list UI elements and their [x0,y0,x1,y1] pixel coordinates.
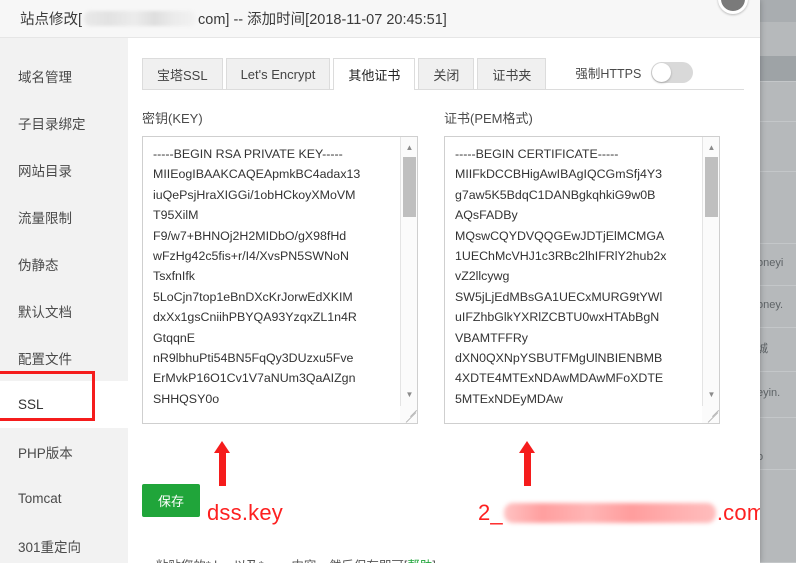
background-row [756,172,796,244]
tab-label: 关闭 [433,67,460,83]
key-textarea[interactable]: -----BEGIN RSA PRIVATE KEY----- MIIEogIB… [142,136,418,424]
scroll-down-icon[interactable]: ▼ [401,386,418,403]
sidebar-item-ssl[interactable]: SSL [0,381,128,428]
tab-lets-encrypt[interactable]: Let's Encrypt [225,58,331,89]
tab-bar: 宝塔SSL Let's Encrypt 其他证书 关闭 证书夹 强制HTTPS [142,52,744,90]
redacted-crt-domain [503,503,716,523]
key-arrow-annotation [214,441,231,487]
crt-prefix: 2_ [478,500,503,525]
tab-close-ssl[interactable]: 关闭 [418,58,475,89]
force-https-toggle[interactable] [651,62,694,83]
resize-grip-icon[interactable] [702,406,719,423]
sidebar-item-default-doc[interactable]: 默认文档 [0,287,128,334]
note-item: • 粘贴您的*.key以及*.pem内容，然后保存即可[帮助]。 [142,555,742,563]
background-row: eyin. [756,372,796,418]
sidebar-item-redirect[interactable]: 301重定向 [0,522,128,563]
modal-body: 域名管理 子目录绑定 网站目录 流量限制 伪静态 默认文档 配置文件 SSL P… [0,38,760,563]
sidebar: 域名管理 子目录绑定 网站目录 流量限制 伪静态 默认文档 配置文件 SSL P… [0,38,128,563]
sidebar-item-label: 默认文档 [18,304,72,320]
background-row: oneyi [756,244,796,286]
background-row-text: oney. [757,299,784,311]
sidebar-item-php[interactable]: PHP版本 [0,428,128,475]
scroll-up-icon[interactable]: ▲ [703,139,720,156]
sidebar-item-label: 子目录绑定 [18,116,86,132]
cert-textarea[interactable]: -----BEGIN CERTIFICATE----- MIIFkDCCBHig… [444,136,720,424]
cert-fields: 密钥(KEY) -----BEGIN RSA PRIVATE KEY----- … [142,108,744,424]
sidebar-item-domain[interactable]: 域名管理 [0,52,128,99]
sidebar-item-webdir[interactable]: 网站目录 [0,146,128,193]
background-topbar [756,0,796,22]
sidebar-item-subdir[interactable]: 子目录绑定 [0,99,128,146]
background-row-text: oneyi [757,257,784,269]
save-button[interactable]: 保存 [142,484,201,517]
page-title: 站点修改[ com] -- 添加时间[2018-11-07 20:45:51] [20,8,447,29]
tab-cert-folder[interactable]: 证书夹 [477,58,547,89]
bullet-icon: • [142,555,147,563]
cert-field-group: 证书(PEM格式) -----BEGIN CERTIFICATE----- MI… [444,108,720,424]
tab-label: 其他证书 [348,67,401,83]
site-edit-modal: 站点修改[ com] -- 添加时间[2018-11-07 20:45:51] … [0,0,760,563]
sidebar-item-config[interactable]: 配置文件 [0,334,128,381]
cert-textarea-value: -----BEGIN CERTIFICATE----- MIIFkDCCBHig… [455,147,667,406]
key-scrollbar[interactable]: ▲ ▼ [400,137,417,423]
note-text: 粘贴您的*.key以及*.pem内容，然后保存即可[帮助]。 [156,555,448,563]
background-row-text: eyin. [757,387,781,399]
sidebar-item-label: Tomcat [18,491,62,506]
sidebar-item-label: 301重定向 [18,539,82,555]
scroll-down-icon[interactable]: ▼ [703,386,720,403]
sidebar-item-label: PHP版本 [18,445,73,461]
toggle-knob [652,63,672,82]
background-row [756,82,796,122]
background-page: oneyi oney. 城 eyin. o [756,0,796,563]
scrollbar-thumb[interactable] [403,157,416,217]
sidebar-item-traffic[interactable]: 流量限制 [0,193,128,240]
tab-label: Let's Encrypt [240,66,316,82]
tab-label: 证书夹 [492,67,532,83]
background-row: o [756,418,796,470]
resize-grip-icon[interactable] [400,406,417,423]
tab-label: 宝塔SSL [157,67,208,83]
key-field-label: 密钥(KEY) [142,111,203,126]
crt-suffix: .com.crt [716,500,760,525]
key-field-group: 密钥(KEY) -----BEGIN RSA PRIVATE KEY----- … [142,108,418,424]
background-row: 城 [756,328,796,372]
sidebar-item-tomcat[interactable]: Tomcat [0,475,128,522]
ssl-panel: 宝塔SSL Let's Encrypt 其他证书 关闭 证书夹 强制HTTPS … [128,38,760,563]
sidebar-item-label: SSL [18,397,44,412]
modal-title-bar: 站点修改[ com] -- 添加时间[2018-11-07 20:45:51] [0,0,760,38]
cert-arrow-annotation [519,441,536,487]
background-row [756,122,796,172]
redacted-domain [84,11,197,26]
scrollbar-thumb[interactable] [705,157,718,217]
key-filename-annotation: dss.key [207,500,283,525]
sidebar-item-label: 配置文件 [18,351,72,367]
sidebar-item-label: 伪静态 [18,257,59,273]
tab-other-cert[interactable]: 其他证书 [333,58,416,90]
title-suffix: com] -- 添加时间[2018-11-07 20:45:51] [198,12,447,28]
screenshot-root: oneyi oney. 城 eyin. o 站点修改[ com] -- 添加时间… [0,0,796,563]
cert-field-label: 证书(PEM格式) [444,111,533,126]
sidebar-item-label: 网站目录 [18,163,72,179]
sidebar-item-label: 域名管理 [18,69,72,85]
sidebar-item-rewrite[interactable]: 伪静态 [0,240,128,287]
force-https-control: 强制HTTPS [575,62,694,83]
help-link[interactable]: 帮助 [407,559,432,563]
title-prefix: 站点修改[ [20,12,83,28]
key-textarea-value: -----BEGIN RSA PRIVATE KEY----- MIIEogIB… [153,147,361,406]
tab-bt-ssl[interactable]: 宝塔SSL [142,58,223,89]
cert-scrollbar[interactable]: ▲ ▼ [702,137,719,423]
background-row: oney. [756,286,796,328]
help-notes: • 粘贴您的*.key以及*.pem内容，然后保存即可[帮助]。 [142,555,742,563]
close-icon[interactable] [718,0,748,14]
background-row [756,470,796,563]
force-https-label: 强制HTTPS [575,67,642,81]
crt-filename-annotation: 2_ .com.crt [478,500,760,526]
sidebar-item-label: 流量限制 [18,210,72,226]
scroll-up-icon[interactable]: ▲ [401,139,418,156]
background-row [756,56,796,82]
